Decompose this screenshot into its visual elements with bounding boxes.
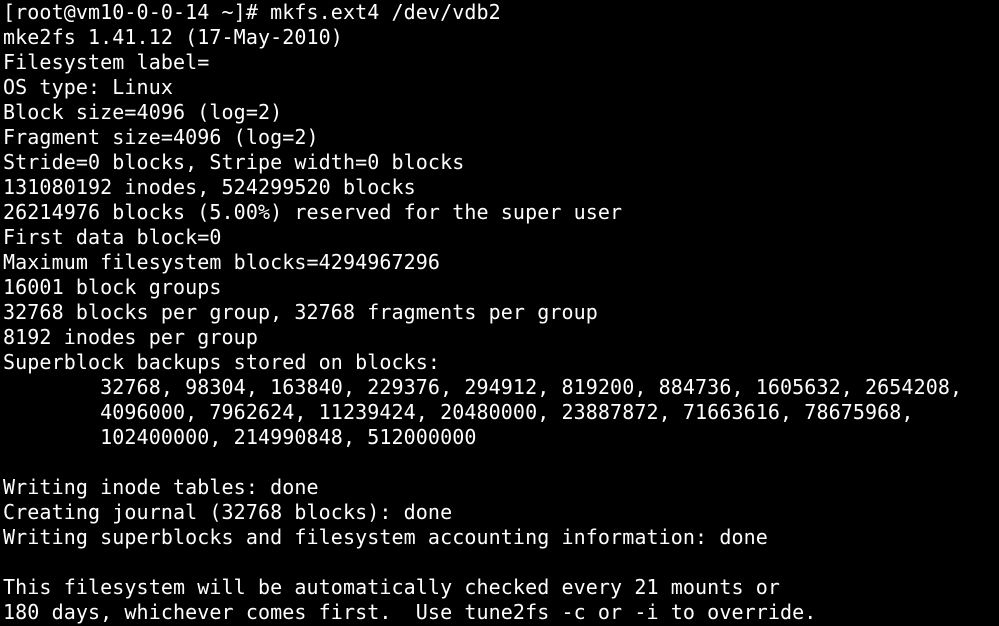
output-line: 180 days, whichever comes first. Use tun… [3,600,817,624]
output-line: Writing superblocks and filesystem accou… [3,525,768,549]
output-line: Creating journal (32768 blocks): done [3,500,453,524]
output-line: 102400000, 214990848, 512000000 [3,425,477,449]
output-line: Superblock backups stored on blocks: [3,350,441,374]
output-line: 16001 block groups [3,275,222,299]
output-line: Block size=4096 (log=2) [3,100,283,124]
terminal-window[interactable]: [root@vm10-0-0-14 ~]# mkfs.ext4 /dev/vdb… [0,0,999,626]
output-line: First data block=0 [3,225,222,249]
output-line: 131080192 inodes, 524299520 blocks [3,175,416,199]
output-line: Writing inode tables: done [3,475,319,499]
output-line: Fragment size=4096 (log=2) [3,125,319,149]
output-line: mke2fs 1.41.12 (17-May-2010) [3,25,343,49]
output-line: Maximum filesystem blocks=4294967296 [3,250,441,274]
output-line: 26214976 blocks (5.00%) reserved for the… [3,200,623,224]
output-line: Stride=0 blocks, Stripe width=0 blocks [3,150,465,174]
output-line: 32768, 98304, 163840, 229376, 294912, 81… [3,375,963,399]
prompt-command-line: [root@vm10-0-0-14 ~]# mkfs.ext4 /dev/vdb… [3,0,501,24]
output-line: This filesystem will be automatically ch… [3,575,781,599]
output-line: Filesystem label= [3,50,210,74]
output-line: 32768 blocks per group, 32768 fragments … [3,300,598,324]
output-line: OS type: Linux [3,75,173,99]
output-line: 8192 inodes per group [3,325,258,349]
output-line: 4096000, 7962624, 11239424, 20480000, 23… [3,400,914,424]
